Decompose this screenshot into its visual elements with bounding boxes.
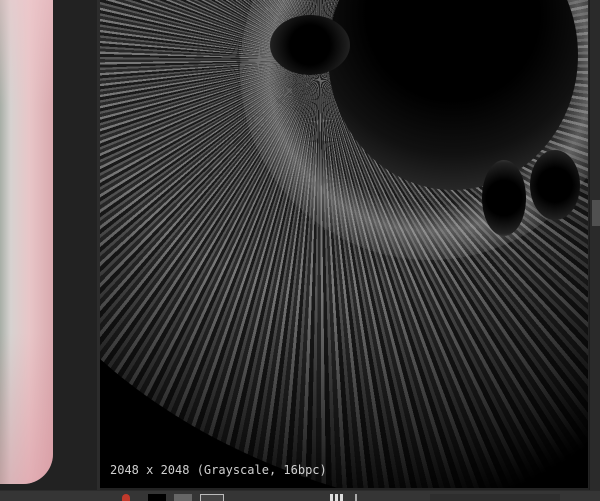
- eyeball-preview: [0, 0, 53, 484]
- image-viewport[interactable]: 2048 x 2048 (Grayscale, 16bpc): [100, 0, 588, 488]
- material-preview-panel: [0, 0, 97, 490]
- scrollbar-thumb[interactable]: [592, 200, 600, 226]
- bottom-toolbar: [0, 490, 600, 501]
- vertical-scrollbar[interactable]: [589, 0, 600, 490]
- pupil-lobe: [482, 160, 526, 236]
- image-info-label: 2048 x 2048 (Grayscale, 16bpc): [110, 463, 327, 477]
- pupil-lobe: [530, 150, 580, 220]
- pupil-lobe: [270, 15, 350, 75]
